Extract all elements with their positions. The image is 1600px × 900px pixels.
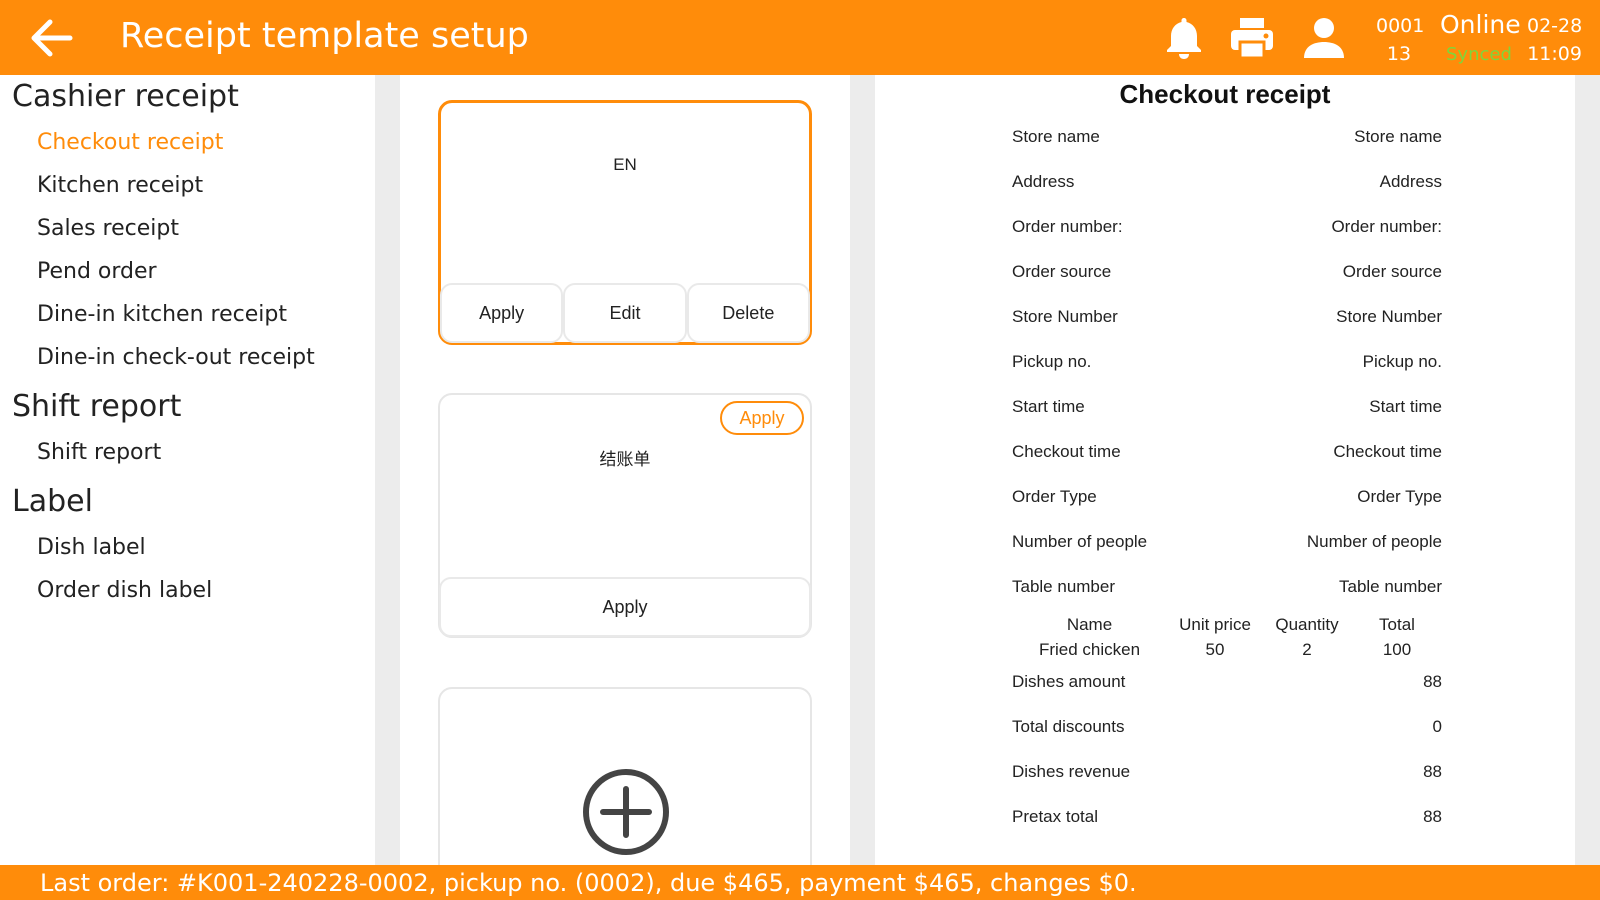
cell-name: Fried chicken — [1038, 640, 1141, 659]
col-name: Name — [1066, 615, 1113, 634]
receipt-field: Number of people Number of people — [1012, 532, 1442, 552]
preview-title: Checkout receipt — [1119, 79, 1331, 109]
clock-date: 02-28 — [1527, 15, 1583, 37]
template-card-zh[interactable]: Apply 结账单 Apply — [438, 393, 812, 638]
sidebar-item-dine-in-checkout-receipt[interactable]: Dine-in check-out receipt — [37, 345, 315, 370]
col-quantity: Quantity — [1275, 615, 1339, 634]
receipt-field: Order number: Order number: — [1012, 217, 1442, 237]
template-card-title: 结账单 — [599, 450, 651, 469]
field-label: Table number — [1012, 577, 1116, 596]
field-value: Store name — [1354, 127, 1442, 146]
field-label: Start time — [1012, 397, 1085, 416]
item-table-header: Name Unit price Quantity Total — [1012, 615, 1442, 639]
receipt-field: Order Type Order Type — [1012, 487, 1442, 507]
last-order-bar: Last order: #K001-240228-0002, pickup no… — [0, 865, 1600, 900]
clock-time: 11:09 — [1527, 43, 1582, 65]
table-row: Fried chicken 50 2 100 — [1012, 640, 1442, 664]
cell-unit-price: 50 — [1205, 640, 1225, 659]
user-icon[interactable] — [1300, 14, 1348, 62]
field-value: Store Number — [1336, 307, 1442, 326]
total-label: Dishes amount — [1012, 672, 1126, 691]
receipt-field: Table number Table number — [1012, 577, 1442, 597]
delete-button[interactable]: Delete — [686, 283, 810, 343]
field-value: Order source — [1342, 262, 1442, 281]
clock: 02-28 11:09 — [1527, 12, 1582, 68]
cell-quantity: 2 — [1302, 640, 1312, 659]
field-label: Address — [1012, 172, 1075, 191]
terminal-id: 0001 13 — [1376, 12, 1425, 68]
field-value: Checkout time — [1333, 442, 1442, 461]
sidebar-item-dish-label[interactable]: Dish label — [37, 535, 146, 560]
category-label: Label — [12, 484, 93, 519]
printer-icon[interactable] — [1228, 14, 1276, 62]
field-value: Pickup no. — [1362, 352, 1442, 371]
total-row: Dishes amount 88 — [1012, 672, 1442, 692]
sync-status: Synced — [1446, 44, 1512, 65]
plus-circle-icon[interactable] — [581, 767, 671, 857]
receipt-field: Store Number Store Number — [1012, 307, 1442, 327]
sidebar-item-kitchen-receipt[interactable]: Kitchen receipt — [37, 173, 203, 198]
field-label: Order number: — [1012, 217, 1123, 236]
add-template-card[interactable] — [438, 687, 812, 865]
field-value: Number of people — [1306, 532, 1442, 551]
total-row: Pretax total 88 — [1012, 807, 1442, 827]
sidebar-item-sales-receipt[interactable]: Sales receipt — [37, 216, 179, 241]
field-label: Store Number — [1012, 307, 1118, 326]
terminal-id-top: 0001 — [1376, 15, 1425, 37]
total-label: Total discounts — [1012, 717, 1125, 736]
bell-icon[interactable] — [1160, 14, 1208, 62]
cell-total: 100 — [1382, 640, 1412, 659]
field-label: Pickup no. — [1012, 352, 1092, 371]
col-total: Total — [1379, 615, 1415, 634]
sidebar-item-dine-in-kitchen-receipt[interactable]: Dine-in kitchen receipt — [37, 302, 287, 327]
field-value: Address — [1379, 172, 1442, 191]
apply-button[interactable]: Apply — [439, 577, 811, 637]
template-card-actions: Apply — [439, 577, 811, 637]
template-card-actions: Apply Edit Delete — [440, 283, 810, 343]
total-value: 88 — [1423, 807, 1442, 826]
total-value: 88 — [1423, 762, 1442, 781]
template-card-title: EN — [613, 155, 637, 174]
field-label: Store name — [1012, 127, 1100, 146]
edit-button[interactable]: Edit — [563, 283, 687, 343]
sidebar-item-order-dish-label[interactable]: Order dish label — [37, 578, 212, 603]
field-label: Order source — [1012, 262, 1112, 281]
receipt-field: Checkout time Checkout time — [1012, 442, 1442, 462]
back-arrow-icon[interactable] — [26, 14, 76, 62]
field-value: Start time — [1369, 397, 1442, 416]
sidebar-item-shift-report[interactable]: Shift report — [37, 440, 161, 465]
total-value: 0 — [1432, 717, 1442, 736]
total-label: Dishes revenue — [1012, 762, 1131, 781]
receipt-preview: Checkout receipt Store name Store name Ad… — [875, 75, 1575, 865]
receipt-field: Store name Store name — [1012, 127, 1442, 147]
receipt-field: Address Address — [1012, 172, 1442, 192]
field-value: Table number — [1338, 577, 1442, 596]
total-value: 88 — [1423, 672, 1442, 691]
apply-button[interactable]: Apply — [440, 283, 564, 343]
sidebar-item-checkout-receipt[interactable]: Checkout receipt — [37, 130, 223, 155]
field-value: Order Type — [1357, 487, 1442, 506]
receipt-field: Start time Start time — [1012, 397, 1442, 417]
sidebar-item-pend-order[interactable]: Pend order — [37, 259, 157, 284]
receipt-field: Order source Order source — [1012, 262, 1442, 282]
applied-badge: Apply — [720, 401, 804, 435]
total-row: Dishes revenue 88 — [1012, 762, 1442, 782]
page-title: Receipt template setup — [120, 16, 529, 56]
online-status: Online — [1440, 10, 1521, 39]
total-row: Total discounts 0 — [1012, 717, 1442, 737]
receipt-field: Pickup no. Pickup no. — [1012, 352, 1442, 372]
template-card-en[interactable]: EN Apply Edit Delete — [438, 100, 812, 345]
app-header: Receipt template setup 0001 13 Online Sy… — [0, 0, 1600, 75]
field-value: Order number: — [1331, 217, 1442, 236]
col-unit-price: Unit price — [1179, 615, 1251, 634]
sidebar: Cashier receipt Checkout receipt Kitchen… — [0, 75, 375, 865]
category-shift-report: Shift report — [12, 389, 182, 424]
terminal-id-bottom: 13 — [1386, 43, 1412, 65]
field-label: Checkout time — [1012, 442, 1121, 461]
category-cashier-receipt: Cashier receipt — [12, 79, 239, 114]
template-list: EN Apply Edit Delete Apply 结账单 Apply — [400, 75, 850, 865]
field-label: Order Type — [1012, 487, 1097, 506]
total-label: Pretax total — [1012, 807, 1098, 826]
field-label: Number of people — [1012, 532, 1148, 551]
